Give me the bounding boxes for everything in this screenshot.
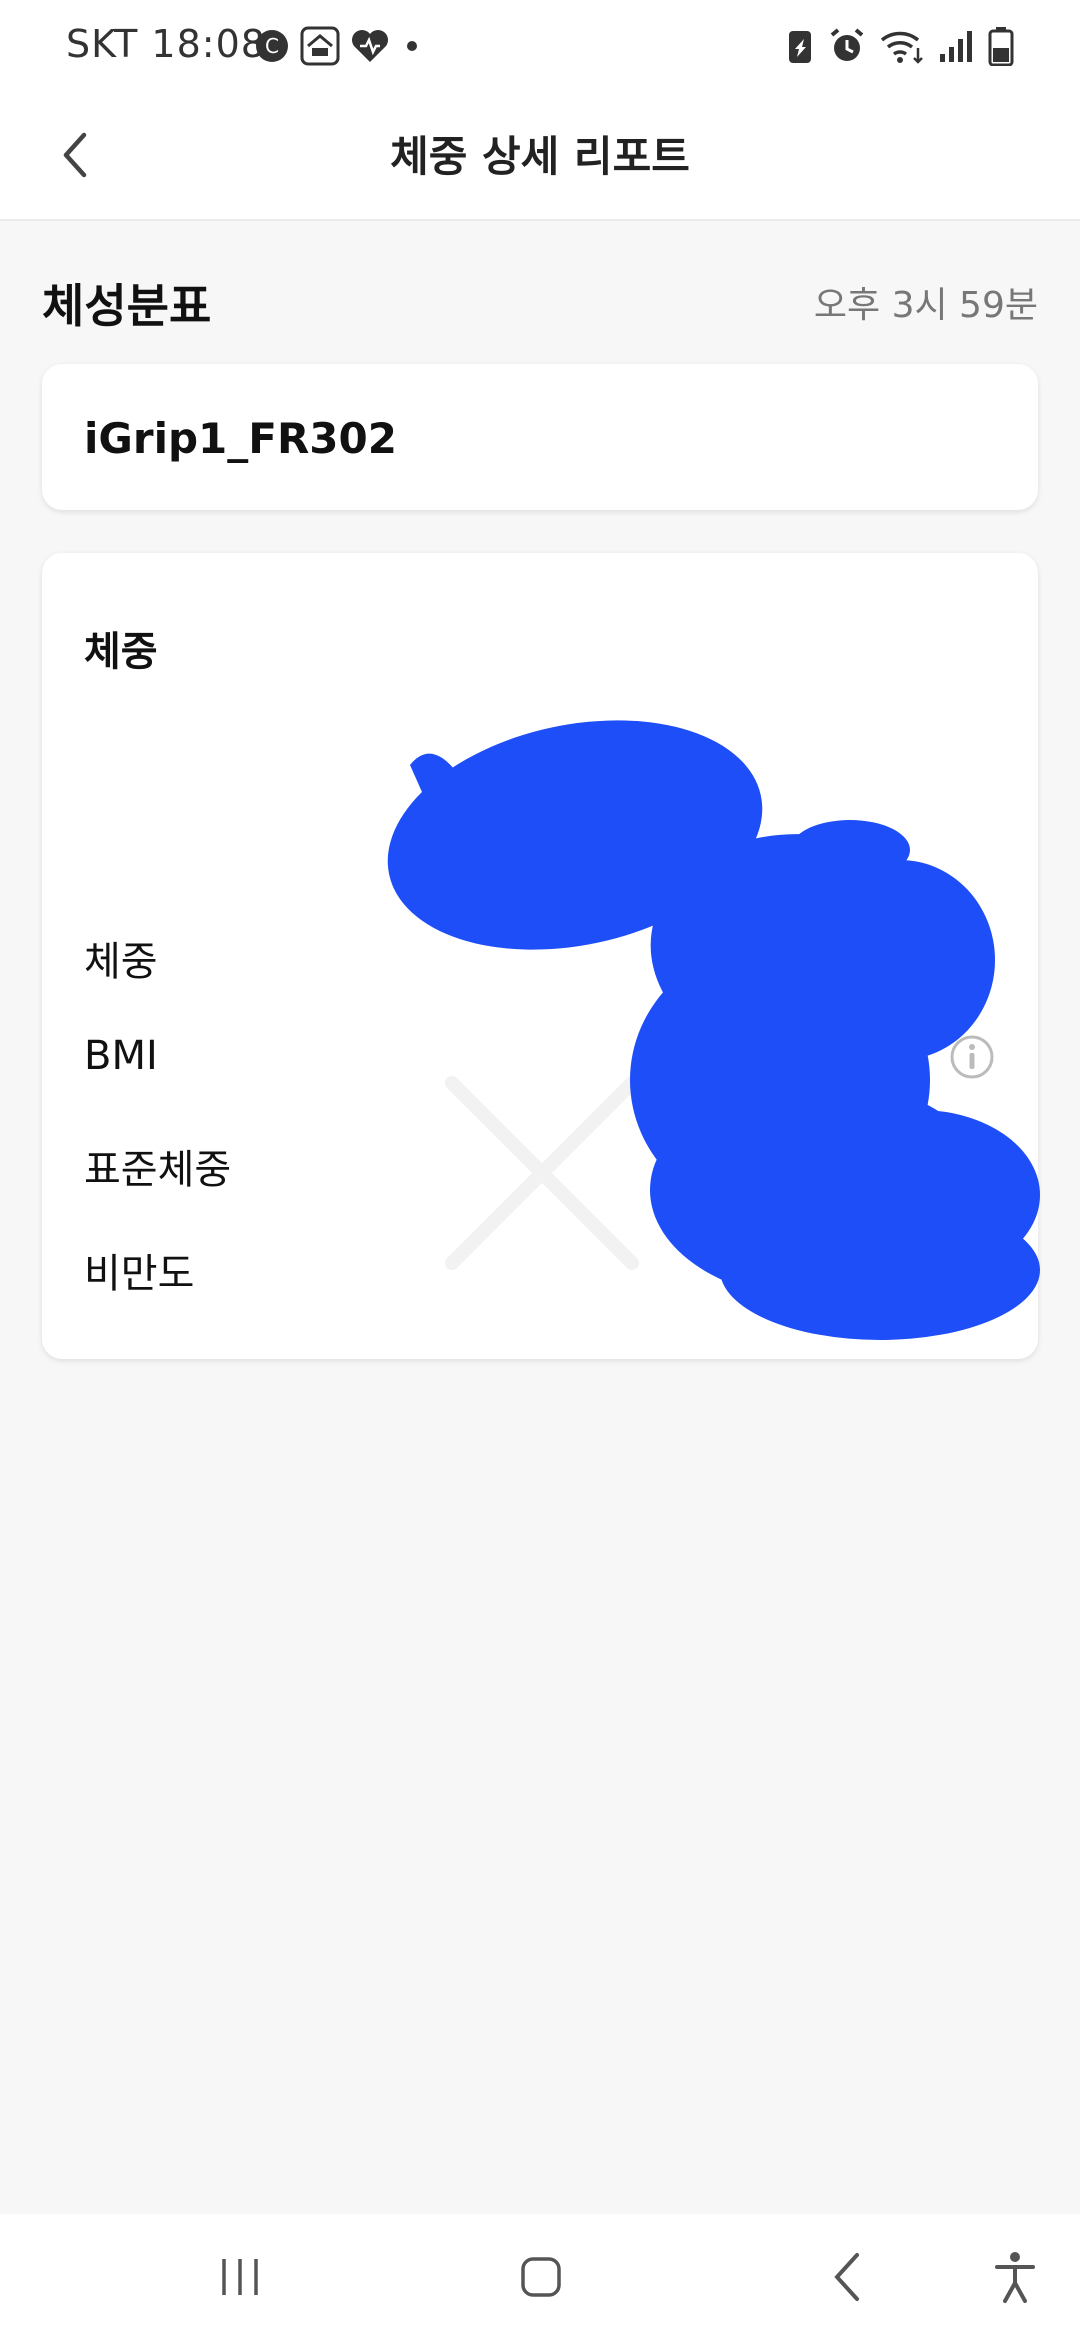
back-icon [834, 2253, 859, 2301]
accessibility-button[interactable] [980, 2244, 1050, 2310]
device-name: iGrip1_FR302 [84, 414, 397, 463]
screen: SKT 18:08 C 체중 상세 리포트 체성분표 오후 3시 59분 iGr… [0, 0, 1080, 2340]
section-title: 체성분표 [42, 279, 212, 333]
recent-apps-button[interactable] [205, 2244, 275, 2310]
accessibility-icon [995, 2252, 1035, 2303]
clock-label: 18:08 [151, 22, 266, 66]
battery-icon [988, 26, 1014, 70]
weight-card-title: 체중 [84, 629, 158, 675]
carrier-label: SKT [66, 22, 139, 66]
system-nav-bar [0, 2214, 1080, 2340]
metric-label-weight: 체중 [84, 939, 158, 985]
status-left-icons: C [254, 26, 424, 70]
home-button[interactable] [506, 2244, 576, 2310]
c-badge-icon: C [254, 28, 290, 68]
status-bar: SKT 18:08 C [0, 0, 1080, 95]
heart-app-icon [350, 28, 390, 68]
signal-icon [938, 28, 974, 68]
section-timestamp: 오후 3시 59분 [813, 285, 1038, 326]
alarm-icon [828, 27, 866, 69]
app-notification-icon [300, 26, 340, 70]
app-header: 체중 상세 리포트 [0, 95, 1080, 221]
status-right-icons [786, 26, 1014, 70]
metric-label-bmi: BMI [84, 1033, 158, 1079]
metric-label-standard-weight: 표준체중 [84, 1147, 232, 1193]
recent-apps-icon [222, 2259, 258, 2295]
status-carrier-time: SKT 18:08 [66, 22, 266, 66]
info-icon[interactable] [948, 1033, 996, 1081]
close-icon [445, 1076, 639, 1270]
system-back-button[interactable] [812, 2244, 882, 2310]
wifi-icon [880, 28, 924, 68]
svg-text:C: C [265, 34, 279, 58]
dot-icon [400, 34, 424, 62]
weight-card: 체중 체중 BMI 표준체중 비만도 [42, 553, 1038, 1359]
metric-label-obesity: 비만도 [84, 1251, 195, 1297]
battery-saver-icon [786, 27, 814, 69]
home-icon [521, 2257, 561, 2297]
page-title: 체중 상세 리포트 [390, 132, 690, 181]
device-card[interactable]: iGrip1_FR302 [42, 364, 1038, 510]
